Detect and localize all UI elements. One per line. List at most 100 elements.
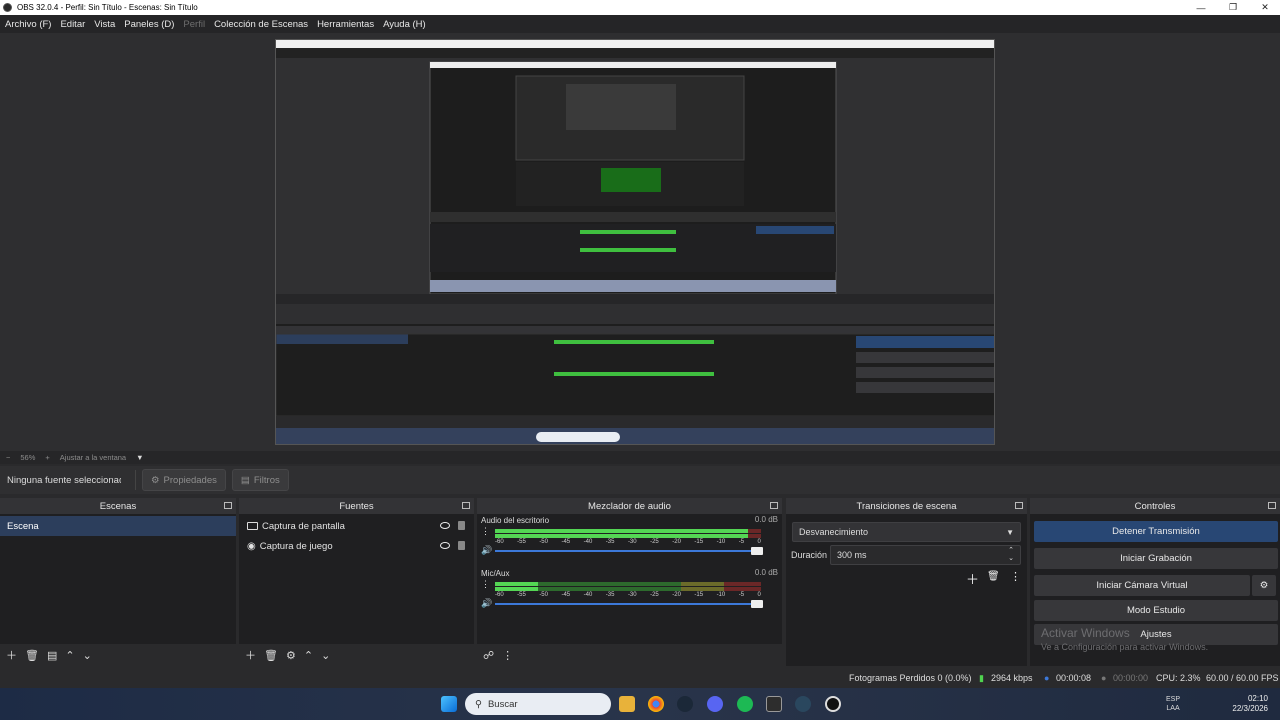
chevron-up-icon[interactable]: ⌃ bbox=[304, 649, 313, 662]
context-bar: Ninguna fuente seleccionada ⚙ Propiedade… bbox=[0, 466, 1280, 494]
obs-taskbar-icon[interactable] bbox=[825, 696, 841, 712]
signal-icon: ▮ bbox=[979, 673, 984, 683]
lock-icon[interactable] bbox=[458, 541, 465, 550]
meter-tick: -45 bbox=[561, 539, 571, 545]
add-icon[interactable]: ＋ bbox=[966, 569, 979, 588]
menu-profile[interactable]: Perfil bbox=[183, 19, 205, 30]
close-icon[interactable]: ✕ bbox=[1249, 0, 1280, 15]
windows-start-icon[interactable] bbox=[441, 696, 457, 712]
mixer-track: Mic/Aux 0.0 dB ⋮ -60 -55 -50 -45 -40 -35 -30 -25 -2… bbox=[477, 567, 782, 620]
steam-app-icon[interactable] bbox=[795, 696, 811, 712]
activation-watermark: Activar Windows Ve a Configuración para … bbox=[1041, 626, 1209, 652]
chevron-down-icon[interactable]: ⌄ bbox=[83, 649, 92, 662]
meter-tick: -25 bbox=[650, 592, 659, 598]
minimize-icon[interactable]: — bbox=[1185, 0, 1217, 15]
studio-mode-button[interactable]: Modo Estudio bbox=[1034, 600, 1278, 621]
add-icon[interactable]: ＋ bbox=[6, 647, 17, 663]
undock-icon[interactable] bbox=[1268, 502, 1276, 509]
menu-view[interactable]: Vista bbox=[94, 19, 115, 30]
more-icon[interactable]: ⋮ bbox=[502, 649, 513, 662]
zoom-out-button[interactable]: − bbox=[6, 453, 10, 462]
steam-icon[interactable] bbox=[677, 696, 693, 712]
undock-icon[interactable] bbox=[224, 502, 232, 509]
menu-file[interactable]: Archivo (F) bbox=[5, 19, 51, 30]
epic-games-icon[interactable] bbox=[766, 696, 782, 712]
source-item[interactable]: Captura de pantalla bbox=[239, 516, 474, 536]
properties-button[interactable]: ⚙ Propiedades bbox=[142, 469, 226, 491]
undock-icon[interactable] bbox=[770, 502, 778, 509]
recording-time: 00:00:00 bbox=[1113, 673, 1149, 683]
maximize-icon[interactable]: ❐ bbox=[1217, 0, 1249, 15]
title-bar: OBS 32.0.4 - Perfil: Sin Título - Escena… bbox=[0, 0, 1280, 15]
scene-item[interactable]: Escena bbox=[0, 516, 236, 536]
chrome-icon[interactable] bbox=[648, 696, 664, 712]
virtual-camera-settings-button[interactable]: ⚙ bbox=[1252, 575, 1276, 596]
spotify-icon[interactable] bbox=[737, 696, 753, 712]
more-icon[interactable]: ⋮ bbox=[1010, 570, 1021, 583]
stream-icon: ● bbox=[1044, 673, 1050, 683]
clock[interactable]: 02:10 22/3/2026 bbox=[1220, 694, 1268, 714]
eye-icon[interactable] bbox=[440, 542, 450, 549]
chevron-up-icon[interactable]: ⌃ bbox=[65, 649, 74, 662]
more-icon[interactable]: ⋮ bbox=[481, 526, 490, 537]
speaker-icon[interactable]: 🔊 bbox=[481, 598, 492, 609]
menu-edit[interactable]: Editar bbox=[60, 19, 85, 30]
bitrate: 2964 kbps bbox=[991, 673, 1033, 683]
fit-window-button[interactable]: Ajustar a la ventana bbox=[60, 453, 126, 462]
duration-spinbox[interactable]: 300 ms ⌃ ⌄ bbox=[830, 545, 1021, 565]
file-explorer-icon[interactable] bbox=[619, 696, 635, 712]
volume-slider[interactable] bbox=[495, 547, 763, 555]
gear-icon[interactable]: ⚙ bbox=[286, 649, 296, 662]
stop-stream-button[interactable]: Detener Transmisión bbox=[1034, 521, 1278, 542]
zoom-in-button[interactable]: + bbox=[45, 453, 49, 462]
speaker-icon[interactable]: 🔊 bbox=[481, 545, 492, 556]
meter-tick: -55 bbox=[517, 539, 526, 545]
transitions-dock: Transiciones de escena Desvanecimiento ▼… bbox=[786, 498, 1027, 666]
meter-tick: -5 bbox=[738, 539, 745, 545]
filters-button[interactable]: ▤ Filtros bbox=[231, 469, 289, 491]
volume-slider[interactable] bbox=[495, 600, 763, 608]
menu-help[interactable]: Ayuda (H) bbox=[383, 19, 426, 30]
virtual-camera-button[interactable]: Iniciar Cámara Virtual bbox=[1034, 575, 1250, 596]
filter-icon[interactable]: ▤ bbox=[47, 649, 57, 662]
obs-logo-icon bbox=[3, 3, 12, 12]
level-meter-fill bbox=[495, 529, 748, 533]
meter-tick: -20 bbox=[672, 592, 681, 598]
scenes-dock-header: Escenas bbox=[0, 498, 236, 514]
undock-icon[interactable] bbox=[462, 502, 470, 509]
taskbar-search[interactable]: ⚲ Buscar bbox=[465, 693, 611, 715]
link-icon[interactable]: ☍ bbox=[483, 649, 494, 662]
chevron-down-icon[interactable]: ⌄ bbox=[321, 649, 330, 662]
spin-arrows-icon[interactable]: ⌃ ⌄ bbox=[1008, 547, 1014, 563]
transition-select[interactable]: Desvanecimiento ▼ bbox=[792, 522, 1021, 542]
language-indicator[interactable]: ESP LAA bbox=[1166, 695, 1180, 713]
meter-tick: -25 bbox=[650, 539, 659, 545]
meter-tick: 0 bbox=[757, 539, 761, 545]
meter-tick: -35 bbox=[605, 592, 615, 598]
volume-slider-handle[interactable] bbox=[751, 600, 763, 608]
source-item[interactable]: ◉ Captura de juego bbox=[239, 536, 474, 556]
zoom-dropdown-icon[interactable]: ▼ bbox=[136, 453, 143, 462]
no-source-label: Ninguna fuente seleccionada bbox=[7, 474, 121, 486]
cpu-usage: CPU: 2.3% bbox=[1156, 673, 1201, 683]
level-meter bbox=[495, 529, 761, 533]
trash-icon[interactable]: 🗑 bbox=[25, 649, 39, 662]
start-recording-button[interactable]: Iniciar Grabación bbox=[1034, 548, 1278, 569]
mixer-dock-header: Mezclador de audio bbox=[477, 498, 782, 514]
menu-docks[interactable]: Paneles (D) bbox=[124, 19, 174, 30]
more-icon[interactable]: ⋮ bbox=[481, 579, 490, 590]
eye-icon[interactable] bbox=[440, 522, 450, 529]
track-name: Audio del escritorio bbox=[481, 516, 550, 525]
menu-scene-collection[interactable]: Colección de Escenas bbox=[214, 19, 308, 30]
add-icon[interactable]: ＋ bbox=[245, 647, 256, 663]
track-db: 0.0 dB bbox=[754, 515, 778, 524]
trash-icon[interactable]: 🗑 bbox=[987, 571, 1000, 582]
menu-tools[interactable]: Herramientas bbox=[317, 19, 374, 30]
trash-icon[interactable]: 🗑 bbox=[264, 649, 278, 662]
meter-tick: -5 bbox=[738, 592, 745, 598]
discord-icon[interactable] bbox=[707, 696, 723, 712]
volume-slider-handle[interactable] bbox=[751, 547, 763, 555]
undock-icon[interactable] bbox=[1015, 502, 1023, 509]
lock-icon[interactable] bbox=[458, 521, 465, 530]
gear-icon: ⚙ bbox=[151, 474, 160, 486]
